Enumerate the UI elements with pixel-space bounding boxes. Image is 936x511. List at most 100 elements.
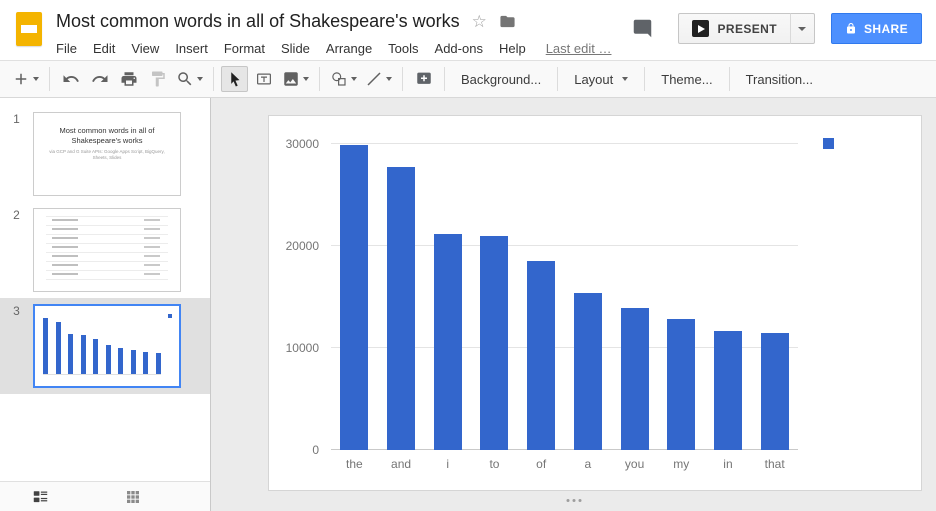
bar-chart[interactable]: 0100002000030000 theanditoofayoumyinthat (269, 116, 921, 490)
y-axis-tick-label: 0 (312, 443, 319, 457)
undo-button[interactable] (57, 66, 84, 92)
share-label: SHARE (864, 22, 908, 36)
theme-button[interactable]: Theme... (651, 66, 722, 92)
select-tool-button[interactable] (221, 66, 248, 92)
x-axis-label: you (611, 457, 658, 471)
shape-tool-button[interactable] (327, 66, 360, 92)
line-icon (365, 70, 383, 88)
redo-icon (91, 70, 109, 88)
zoom-button[interactable] (173, 66, 206, 92)
slide-2-thumbnail[interactable] (33, 208, 181, 292)
paint-format-button[interactable] (144, 66, 171, 92)
text-box-button[interactable] (250, 66, 277, 92)
thumb-bar (156, 353, 161, 374)
undo-icon (62, 70, 80, 88)
chevron-down-icon (798, 27, 806, 31)
slide-row-2[interactable]: 2 (0, 202, 210, 298)
menu-tools[interactable]: Tools (380, 41, 426, 56)
slide-filmstrip: 1 Most common words in all of Shakespear… (0, 98, 211, 511)
grid-view-button[interactable] (125, 489, 141, 505)
x-axis-label: and (378, 457, 425, 471)
slide-row-1[interactable]: 1 Most common words in all of Shakespear… (0, 106, 210, 202)
menu-view[interactable]: View (123, 41, 167, 56)
magnifier-icon (176, 70, 194, 88)
bar-my[interactable] (658, 144, 705, 450)
bar-that[interactable] (751, 144, 798, 450)
chevron-down-icon (622, 77, 628, 81)
x-axis-label: in (705, 457, 752, 471)
folder-icon[interactable] (499, 13, 516, 30)
print-button[interactable] (115, 66, 142, 92)
bar-rect (340, 145, 368, 450)
share-button[interactable]: SHARE (831, 13, 922, 44)
menu-insert[interactable]: Insert (167, 41, 216, 56)
slide-row-3[interactable]: 3 (0, 298, 210, 394)
bar-i[interactable] (424, 144, 471, 450)
present-dropdown-button[interactable] (790, 13, 815, 44)
chevron-down-icon (197, 77, 203, 81)
redo-button[interactable] (86, 66, 113, 92)
thumb-legend-swatch (168, 314, 172, 318)
bar-rect (667, 319, 695, 450)
notes-resize-handle[interactable] (566, 499, 581, 502)
present-label: PRESENT (718, 22, 777, 36)
chevron-down-icon (33, 77, 39, 81)
bar-rect (714, 331, 742, 450)
add-comment-icon (415, 70, 433, 88)
slides-app-icon[interactable] (16, 12, 42, 46)
insert-comment-button[interactable] (410, 66, 437, 92)
toolbar-separator (319, 67, 320, 91)
x-axis-labels: theanditoofayoumyinthat (331, 457, 798, 471)
plus-icon (12, 70, 30, 88)
new-slide-button[interactable] (9, 66, 42, 92)
bar-rect (527, 261, 555, 450)
comments-button[interactable] (630, 16, 656, 42)
layout-label: Layout (574, 72, 613, 87)
content: 1 Most common words in all of Shakespear… (0, 98, 936, 511)
transition-button[interactable]: Transition... (736, 66, 823, 92)
bar-in[interactable] (705, 144, 752, 450)
menu-slide[interactable]: Slide (273, 41, 318, 56)
thumb-bar (118, 348, 123, 374)
present-button[interactable]: PRESENT (678, 13, 791, 44)
view-switcher-bar (0, 481, 210, 511)
thumb-chart-bars (43, 318, 161, 375)
comment-bubble-icon (632, 18, 653, 39)
bar-rect (480, 236, 508, 450)
thumb-bar (68, 334, 73, 374)
slide-1-thumbnail[interactable]: Most common words in all of Shakespeare'… (33, 112, 181, 196)
toolbar-separator (402, 67, 403, 91)
layout-button[interactable]: Layout (564, 66, 638, 92)
toolbar-separator (49, 67, 50, 91)
menu-add-ons[interactable]: Add-ons (427, 41, 491, 56)
document-title[interactable]: Most common words in all of Shakespeare'… (56, 11, 460, 32)
chevron-down-icon (386, 77, 392, 81)
background-button[interactable]: Background... (451, 66, 551, 92)
menu-help[interactable]: Help (491, 41, 534, 56)
last-edit-link[interactable]: Last edit … (546, 41, 612, 56)
star-icon[interactable]: ☆ (472, 13, 487, 30)
line-tool-button[interactable] (362, 66, 395, 92)
bar-rect (761, 333, 789, 450)
y-axis-tick-label: 10000 (286, 341, 319, 355)
x-axis-label: a (565, 457, 612, 471)
menu-edit[interactable]: Edit (85, 41, 123, 56)
thumb-bar (143, 352, 148, 374)
menu-items: FileEditViewInsertFormatSlideArrangeTool… (56, 41, 534, 56)
menu-arrange[interactable]: Arrange (318, 41, 380, 56)
bar-to[interactable] (471, 144, 518, 450)
filmstrip-view-button[interactable] (32, 488, 49, 505)
bar-you[interactable] (611, 144, 658, 450)
bar-of[interactable] (518, 144, 565, 450)
x-axis-label: to (471, 457, 518, 471)
menu-file[interactable]: File (56, 41, 85, 56)
bar-the[interactable] (331, 144, 378, 450)
menu-format[interactable]: Format (216, 41, 273, 56)
print-icon (120, 70, 138, 88)
bar-a[interactable] (565, 144, 612, 450)
slide-3-thumbnail[interactable] (33, 304, 181, 388)
thumbnail-list: 1 Most common words in all of Shakespear… (0, 98, 210, 394)
insert-image-button[interactable] (279, 66, 312, 92)
bar-and[interactable] (378, 144, 425, 450)
slide-canvas[interactable]: 0100002000030000 theanditoofayoumyinthat (268, 115, 922, 491)
